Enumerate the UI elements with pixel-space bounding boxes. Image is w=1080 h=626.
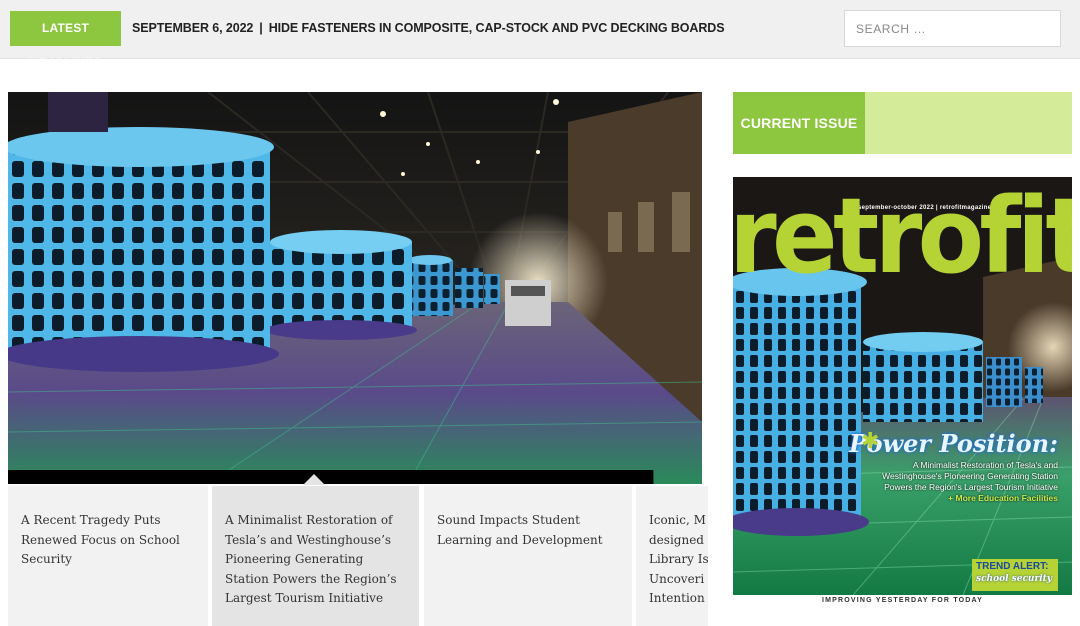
cover-masthead: retrofit bbox=[733, 177, 1072, 297]
article-carousel: A Recent Tragedy Puts Renewed Focus on S… bbox=[8, 486, 708, 626]
trend-alert-badge: TREND ALERT: school security bbox=[972, 559, 1058, 591]
article-card-school-security[interactable]: A Recent Tragedy Puts Renewed Focus on S… bbox=[8, 486, 208, 626]
trend-alert-subtitle: school security bbox=[976, 574, 1053, 584]
hero-title: THE PRISTINE POWER PLANT bbox=[8, 470, 702, 484]
article-card-power-plant[interactable]: A Minimalist Restoration of Tesla’s and … bbox=[212, 486, 419, 626]
article-card-sound-impacts[interactable]: Sound Impacts Student Learning and Devel… bbox=[424, 486, 632, 626]
cover-deck-line: Powers the Region's Largest Tourism Init… bbox=[884, 482, 1058, 492]
trend-alert-title: TREND ALERT: bbox=[976, 561, 1049, 572]
article-card-title[interactable]: A Recent Tragedy Puts Renewed Focus on S… bbox=[21, 511, 195, 570]
article-card-iconic-library[interactable]: Iconic, M designed Library Is Uncoveri I… bbox=[636, 486, 708, 626]
ticker-headline-link[interactable]: HIDE FASTENERS IN COMPOSITE, CAP-STOCK A… bbox=[269, 21, 725, 35]
top-bar: LATEST HEADLINES SEPTEMBER 6, 2022 | HIDE … bbox=[0, 0, 1080, 70]
article-card-title[interactable]: Sound Impacts Student Learning and Devel… bbox=[437, 511, 619, 550]
cover-headline: Power Position: bbox=[849, 429, 1058, 458]
headline-ticker[interactable]: SEPTEMBER 6, 2022 | HIDE FASTENERS IN COMP… bbox=[132, 11, 725, 46]
latest-headlines-badge: LATEST HEADLINES bbox=[10, 11, 121, 70]
search-input[interactable] bbox=[844, 10, 1061, 47]
article-card-title[interactable]: A Minimalist Restoration of Tesla’s and … bbox=[225, 511, 406, 609]
magazine-cover[interactable]: september-october 2022 | retrofitmagazin… bbox=[733, 177, 1072, 595]
active-card-pointer bbox=[303, 474, 325, 485]
ticker-date: SEPTEMBER 6, 2022 bbox=[132, 21, 254, 35]
cover-deck-line: Westinghouse's Pioneering Generating Sta… bbox=[882, 471, 1058, 481]
current-issue-header: CURRENT ISSUE bbox=[733, 92, 1072, 154]
hero-feature-image[interactable]: THE PRISTINE POWER PLANT bbox=[8, 92, 702, 484]
cover-tagline: IMPROVING YESTERDAY FOR TODAY bbox=[821, 597, 984, 604]
cover-deck-line: A Minimalist Restoration of Tesla's and bbox=[912, 460, 1058, 470]
ticker-separator: | bbox=[259, 21, 263, 35]
hero-scene-illustration bbox=[8, 92, 702, 484]
hero-title-text: THE PRISTINE POWER PLANT bbox=[8, 475, 702, 484]
asterisk-icon: ✱ bbox=[861, 429, 880, 454]
article-card-title[interactable]: Iconic, M designed Library Is Uncoveri I… bbox=[649, 511, 708, 609]
cover-deck: A Minimalist Restoration of Tesla's and … bbox=[828, 460, 1058, 504]
cover-more-line: + More Education Facilities bbox=[948, 493, 1058, 503]
current-issue-label: CURRENT ISSUE bbox=[733, 92, 865, 154]
